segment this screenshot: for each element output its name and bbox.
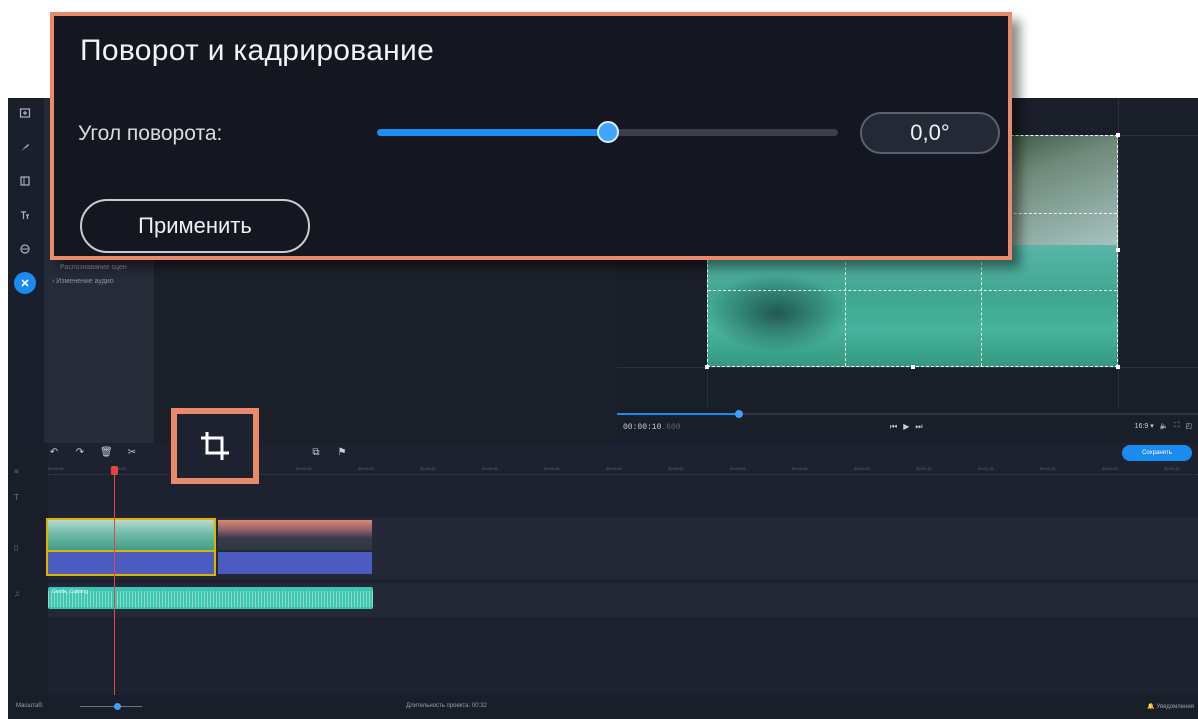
ruler-tick: 00:00:55 [730, 466, 746, 471]
video-clip-audio[interactable] [46, 550, 216, 576]
crop-handle[interactable] [1116, 365, 1120, 369]
ruler-tick: 00:00:45 [606, 466, 622, 471]
cut-icon[interactable]: ✂ [126, 447, 138, 458]
video-clip-sunset[interactable] [218, 520, 372, 550]
ruler-tick: 00:01:25 [1102, 466, 1118, 471]
zoom-slider[interactable] [80, 703, 142, 710]
notifications-link[interactable]: 🔔 Уведомления [1147, 703, 1194, 710]
ruler-tick: 00:00:50 [668, 466, 684, 471]
track-headers: ≡ T ▯ ♫ [8, 443, 48, 695]
crop-icon [201, 432, 229, 460]
bell-icon: 🔔 [1147, 704, 1155, 710]
ruler-tick: 00:01:15 [978, 466, 994, 471]
import-icon[interactable] [14, 102, 36, 124]
ruler-tick: 00:00:30 [420, 466, 436, 471]
zoom-knob[interactable] [114, 703, 121, 710]
tools-list-item-label: Изменение аудио [56, 278, 114, 285]
fullscreen-icon[interactable]: ⛶ [1174, 422, 1179, 430]
volume-icon[interactable]: 🔈 [1160, 422, 1169, 430]
ruler-tick: 00:01:00 [792, 466, 808, 471]
timecode-ms: .600 [661, 423, 681, 432]
marker-icon[interactable]: ⚑ [336, 447, 348, 458]
stickers-icon[interactable] [14, 238, 36, 260]
duplicate-icon[interactable]: ⧉ [310, 447, 322, 458]
audio-track: Gentle, Calming [48, 583, 1198, 617]
audio-clip[interactable]: Gentle, Calming [48, 587, 373, 609]
ruler-tick: 00:00:25 [358, 466, 374, 471]
audio-clip-name: Gentle, Calming [52, 589, 88, 595]
detach-icon[interactable]: ◰ [1185, 422, 1192, 430]
zoom-label: Масштаб: [16, 703, 44, 709]
add-track-icon[interactable]: ≡ [14, 467, 19, 476]
rotation-slider-knob[interactable] [596, 121, 619, 143]
ruler-tick: 00:01:05 [854, 466, 870, 471]
left-toolbar [8, 98, 44, 443]
aspect-ratio-value: 16:9 [1134, 423, 1149, 430]
crop-handle[interactable] [911, 365, 915, 369]
play-icon[interactable]: ▶ [903, 422, 909, 432]
skip-back-icon[interactable]: ⏮ [890, 422, 897, 432]
text-track-icon: T [14, 493, 19, 502]
playback-progress[interactable] [617, 410, 1198, 418]
tools-list-item[interactable]: Распознавание сцен [60, 264, 127, 271]
undo-icon[interactable]: ↶ [48, 447, 60, 458]
rotation-slider-fill [377, 129, 608, 136]
video-track [46, 517, 1198, 579]
aspect-ratio-select[interactable]: 16:9 ▾ [1135, 422, 1154, 430]
crop-tool-button[interactable] [171, 408, 259, 484]
playhead-handle[interactable] [111, 466, 118, 475]
notifications-label: Уведомления [1156, 704, 1194, 710]
crop-guide [708, 290, 1117, 291]
ruler-tick: 00:00:00 [48, 466, 64, 471]
panel-title: Поворот и кадрирование [80, 34, 435, 67]
progress-knob[interactable] [735, 410, 743, 418]
timecode-main: 00:00:10 [623, 423, 662, 432]
text-track [48, 483, 1198, 513]
rotation-angle-label: Угол поворота: [78, 122, 223, 145]
rotation-slider[interactable] [377, 121, 838, 143]
ruler-tick: 00:00:40 [544, 466, 560, 471]
tools-list-item-audio[interactable]: › Изменение аудио [52, 278, 114, 285]
ruler-tick: 00:01:10 [916, 466, 932, 471]
ruler-tick: 00:01:20 [1040, 466, 1056, 471]
timecode: 00:00:10.600 [623, 423, 681, 432]
audio-waveform [48, 591, 373, 607]
ruler-tick: 00:00:20 [296, 466, 312, 471]
titles-icon[interactable] [14, 204, 36, 226]
transitions-icon[interactable] [14, 170, 36, 192]
player-options: 16:9 ▾ 🔈 ⛶ ◰ [1135, 422, 1192, 430]
chevron-right-icon: › [52, 278, 55, 285]
filters-icon[interactable] [14, 136, 36, 158]
crop-handle[interactable] [705, 365, 709, 369]
ruler-tick: 00:00:35 [482, 466, 498, 471]
video-clip-audio[interactable] [218, 552, 372, 574]
ruler-tick: 00:01:30 [1164, 466, 1180, 471]
crop-handle[interactable] [1116, 133, 1120, 137]
audio-track-icon: ♫ [14, 589, 20, 598]
rotation-angle-input[interactable]: 0,0° [860, 112, 1000, 154]
transport-controls: ⏮ ▶ ⏭ [890, 422, 923, 432]
playhead[interactable] [111, 466, 118, 695]
redo-icon[interactable]: ↷ [74, 447, 86, 458]
project-duration: Длительность проекта: 00:32 [406, 703, 487, 709]
video-clip-sea[interactable] [46, 518, 216, 552]
progress-fill [617, 413, 739, 415]
video-track-icon: ▯ [14, 543, 19, 552]
delete-icon[interactable]: 🗑 [100, 447, 113, 458]
apply-button[interactable]: Применить [80, 199, 310, 253]
more-tools-icon[interactable] [14, 272, 36, 294]
crop-handle[interactable] [1116, 248, 1120, 252]
rotate-crop-panel: Поворот и кадрирование Угол поворота: 0,… [50, 12, 1012, 260]
grid-line [1118, 98, 1119, 407]
status-bar: Масштаб: Длительность проекта: 00:32 🔔 У… [8, 695, 1198, 719]
export-button[interactable]: Сохранить [1122, 445, 1192, 461]
skip-forward-icon[interactable]: ⏭ [915, 422, 922, 432]
